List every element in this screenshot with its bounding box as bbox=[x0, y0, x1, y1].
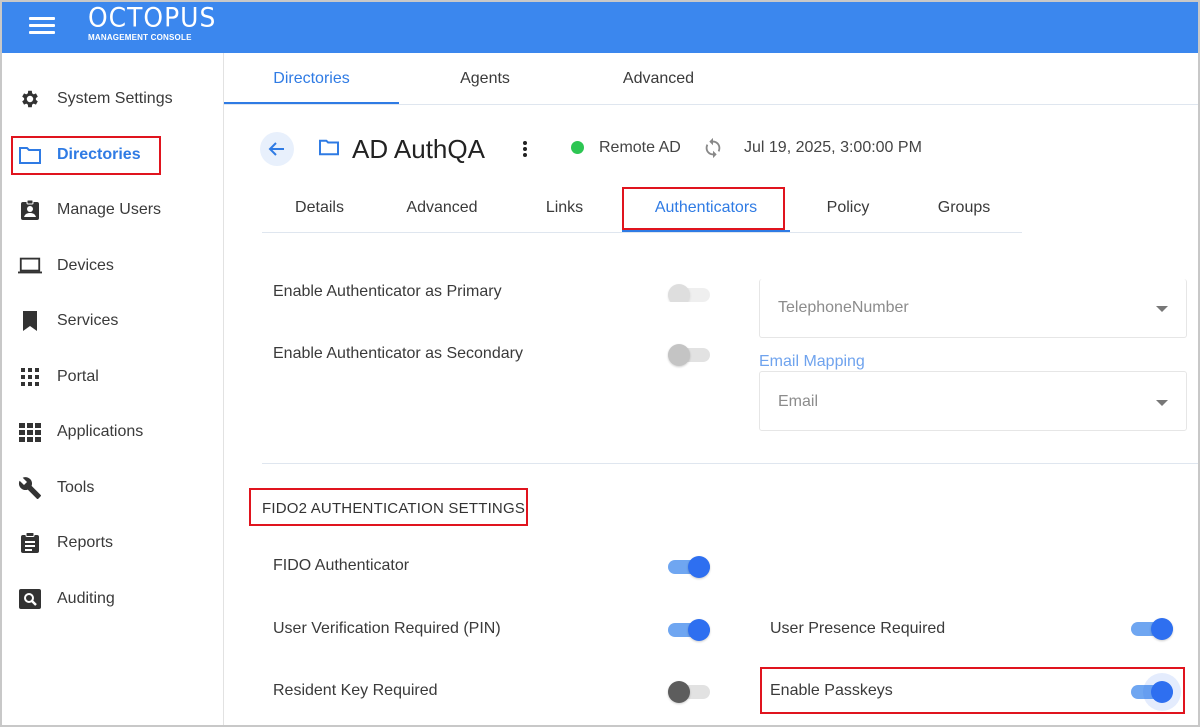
enable-secondary-label: Enable Authenticator as Secondary bbox=[273, 345, 523, 362]
enable-primary-toggle[interactable] bbox=[668, 284, 710, 302]
sidebar-item-system-settings[interactable]: System Settings bbox=[18, 84, 173, 114]
chevron-down-icon bbox=[1156, 306, 1168, 312]
sidebar-item-portal[interactable]: Portal bbox=[18, 362, 99, 392]
bookmark-icon bbox=[18, 309, 42, 333]
top-tabs: Directories Agents Advanced bbox=[224, 53, 1198, 105]
highlight-authenticators bbox=[622, 187, 785, 230]
last-sync-timestamp: Jul 19, 2025, 3:00:00 PM bbox=[744, 139, 922, 156]
highlight-enable-passkeys bbox=[760, 667, 1185, 714]
highlight-fido2-title bbox=[249, 488, 528, 526]
sidebar-item-auditing[interactable]: Auditing bbox=[18, 584, 115, 614]
sidebar-item-label: System Settings bbox=[57, 90, 173, 107]
enable-primary-label: Enable Authenticator as Primary bbox=[273, 283, 502, 300]
fido-authenticator-label: FIDO Authenticator bbox=[273, 557, 410, 574]
sidebar-item-label: Tools bbox=[57, 479, 95, 496]
menu-icon[interactable] bbox=[29, 15, 57, 37]
tab-advanced[interactable]: Advanced bbox=[571, 53, 746, 105]
sidebar-item-label: Applications bbox=[57, 423, 144, 440]
wrench-icon bbox=[18, 476, 42, 500]
fido-authenticator-toggle[interactable] bbox=[668, 556, 710, 578]
tab-policy[interactable]: Policy bbox=[790, 185, 906, 231]
resident-key-label: Resident Key Required bbox=[273, 682, 438, 699]
enable-secondary-toggle[interactable] bbox=[668, 344, 710, 366]
section-divider bbox=[262, 463, 1198, 464]
gear-icon bbox=[18, 87, 42, 111]
laptop-icon bbox=[18, 254, 42, 278]
tab-links[interactable]: Links bbox=[507, 185, 622, 231]
resident-key-toggle[interactable] bbox=[668, 681, 710, 703]
page-title: AD AuthQA bbox=[352, 133, 485, 164]
sidebar-item-label: Auditing bbox=[57, 590, 115, 607]
user-verification-label: User Verification Required (PIN) bbox=[273, 620, 501, 637]
email-mapping-label: Email Mapping bbox=[759, 353, 865, 370]
back-button[interactable] bbox=[260, 132, 294, 166]
active-tab-indicator bbox=[224, 102, 399, 104]
tab-agents[interactable]: Agents bbox=[399, 53, 571, 105]
sidebar-item-reports[interactable]: Reports bbox=[18, 528, 113, 558]
active-subtab-indicator bbox=[622, 230, 790, 232]
app-window: OCTOPUS MANAGEMENT CONSOLE System Settin… bbox=[0, 0, 1200, 727]
email-mapping-select[interactable]: Email bbox=[759, 371, 1187, 431]
sidebar-item-devices[interactable]: Devices bbox=[18, 251, 114, 281]
sidebar-item-label: Portal bbox=[57, 368, 99, 385]
app-header: OCTOPUS MANAGEMENT CONSOLE bbox=[2, 2, 1198, 53]
tab-directories[interactable]: Directories bbox=[224, 53, 399, 105]
highlight-directories bbox=[11, 136, 161, 175]
entity-header: AD AuthQA bbox=[318, 130, 485, 168]
clipboard-icon bbox=[18, 531, 42, 555]
chevron-down-icon bbox=[1156, 400, 1168, 406]
grid-icon bbox=[18, 365, 42, 389]
user-presence-toggle[interactable] bbox=[1131, 618, 1173, 640]
sidebar-item-label: Manage Users bbox=[57, 201, 162, 218]
user-presence-label: User Presence Required bbox=[770, 620, 946, 637]
brand-logo: OCTOPUS MANAGEMENT CONSOLE bbox=[88, 2, 217, 42]
tab-groups[interactable]: Groups bbox=[906, 185, 1022, 231]
sidebar-item-label: Services bbox=[57, 312, 119, 329]
phone-mapping-select[interactable]: TelephoneNumber bbox=[759, 279, 1187, 338]
user-verification-toggle[interactable] bbox=[668, 619, 710, 641]
sidebar-item-label: Reports bbox=[57, 534, 114, 551]
sidebar-item-tools[interactable]: Tools bbox=[18, 473, 94, 503]
folder-icon bbox=[318, 138, 340, 161]
search-icon bbox=[18, 587, 42, 611]
sync-icon[interactable] bbox=[702, 137, 724, 159]
badge-icon bbox=[18, 198, 42, 222]
tab-details[interactable]: Details bbox=[262, 185, 377, 231]
more-menu-icon[interactable] bbox=[517, 138, 533, 160]
status-text: Remote AD bbox=[599, 139, 681, 156]
brand-subtitle: MANAGEMENT CONSOLE bbox=[88, 33, 192, 42]
sidebar-item-manage-users[interactable]: Manage Users bbox=[18, 195, 161, 225]
brand-name: OCTOPUS bbox=[88, 2, 217, 33]
status-indicator bbox=[571, 141, 584, 154]
sidebar-item-label: Devices bbox=[57, 257, 114, 274]
sidebar-item-services[interactable]: Services bbox=[18, 306, 118, 336]
sidebar-item-applications[interactable]: Applications bbox=[18, 417, 143, 447]
apps-icon bbox=[18, 420, 42, 444]
arrow-left-icon bbox=[268, 142, 284, 156]
tab-advanced-settings[interactable]: Advanced bbox=[377, 185, 507, 231]
